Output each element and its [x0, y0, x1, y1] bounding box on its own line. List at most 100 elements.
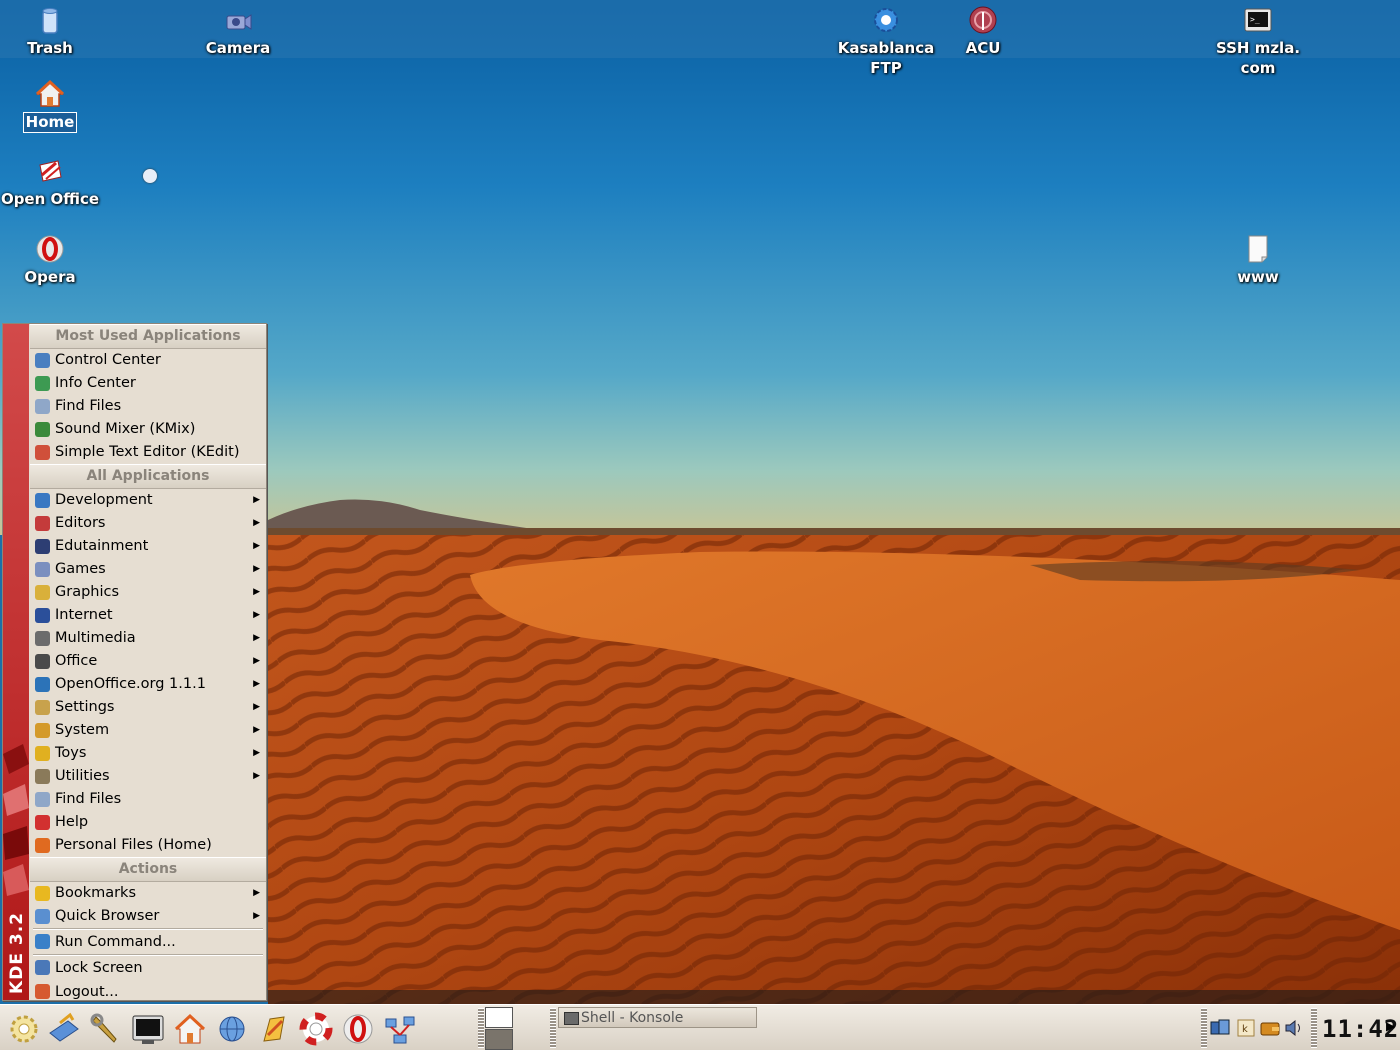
- menu-item-toys[interactable]: Toys ▶: [30, 742, 266, 765]
- menu-item-label: Personal Files (Home): [55, 837, 212, 853]
- openoffice-menu-icon: [35, 677, 50, 692]
- desktop-icon-label: ACU: [965, 39, 1001, 57]
- desktop-icon-ssh[interactable]: >_ SSH mzla. com: [1203, 4, 1313, 78]
- globe-icon: [219, 1016, 245, 1042]
- konqueror-launcher[interactable]: [214, 1011, 250, 1047]
- utilities-icon: [35, 769, 50, 784]
- mouse-cursor: [143, 169, 157, 183]
- desktop-icon-label: Trash: [27, 39, 73, 57]
- kde-banner-decoration: [3, 744, 29, 896]
- menu-item-lock-screen[interactable]: Lock Screen: [30, 956, 266, 980]
- edutainment-icon: [35, 539, 50, 554]
- menu-item-label: Graphics: [55, 584, 120, 600]
- menu-item-multimedia[interactable]: Multimedia ▶: [30, 627, 266, 650]
- menu-item-control-center[interactable]: Control Center: [30, 349, 266, 372]
- menu-item-find-files[interactable]: Find Files: [30, 788, 266, 811]
- menu-item-info-center[interactable]: Info Center: [30, 372, 266, 395]
- network-monitor-icon[interactable]: [1210, 1018, 1230, 1038]
- submenu-arrow-icon: ▶: [253, 725, 260, 735]
- menu-item-help[interactable]: Help: [30, 811, 266, 834]
- menu-item-editors[interactable]: Editors ▶: [30, 512, 266, 535]
- desktop-pager[interactable]: [485, 1007, 513, 1050]
- menu-item-sound-mixer-kmix[interactable]: Sound Mixer (KMix): [30, 418, 266, 441]
- settings-icon: [35, 700, 50, 715]
- menu-item-logout[interactable]: Logout...: [30, 980, 266, 1004]
- panel-handle[interactable]: [1201, 1008, 1207, 1048]
- desktop-icon-camera[interactable]: Camera: [183, 4, 293, 58]
- panel-handle[interactable]: [550, 1008, 556, 1048]
- opera-icon: [36, 235, 64, 263]
- office-icon: [35, 654, 50, 669]
- menu-item-office[interactable]: Office ▶: [30, 650, 266, 673]
- submenu-arrow-icon: ▶: [253, 888, 260, 898]
- wallet-icon[interactable]: [1260, 1018, 1280, 1038]
- desktop-icon-label: Home: [22, 112, 78, 133]
- menu-item-run-command[interactable]: Run Command...: [30, 930, 266, 954]
- panel-handle[interactable]: [478, 1008, 484, 1048]
- menu-item-games[interactable]: Games ▶: [30, 558, 266, 581]
- desktop-icon-label: FTP: [870, 59, 902, 77]
- help-launcher[interactable]: [298, 1011, 334, 1047]
- menu-item-label: Multimedia: [55, 630, 136, 646]
- menu-item-settings[interactable]: Settings ▶: [30, 696, 266, 719]
- keyboard-layout-icon[interactable]: k: [1236, 1018, 1256, 1038]
- menu-item-label: Find Files: [55, 398, 122, 414]
- pager-desktop-2[interactable]: [485, 1029, 513, 1050]
- menu-item-simple-text-editor-kedit[interactable]: Simple Text Editor (KEdit): [30, 441, 266, 464]
- menu-item-find-files[interactable]: Find Files: [30, 395, 266, 418]
- menu-item-utilities[interactable]: Utilities ▶: [30, 765, 266, 788]
- menu-item-development[interactable]: Development ▶: [30, 489, 266, 512]
- logout-icon: [35, 984, 50, 999]
- menu-item-bookmarks[interactable]: Bookmarks ▶: [30, 882, 266, 905]
- menu-item-system[interactable]: System ▶: [30, 719, 266, 742]
- submenu-arrow-icon: ▶: [253, 656, 260, 666]
- menu-item-label: Control Center: [55, 352, 161, 368]
- taskbar-button-label: Shell - Konsole: [581, 1010, 684, 1026]
- menu-item-personal-files-home[interactable]: Personal Files (Home): [30, 834, 266, 857]
- panel-handle[interactable]: [1311, 1008, 1317, 1048]
- kmenu-launcher[interactable]: [6, 1011, 42, 1047]
- editor-icon: [263, 1016, 285, 1042]
- desktop-icon-trash[interactable]: Trash: [0, 4, 105, 58]
- konsole-launcher[interactable]: [130, 1011, 166, 1047]
- camera-icon: [226, 14, 252, 30]
- desktop-icon-acu[interactable]: ACU: [928, 4, 1038, 58]
- desktop-icon-kasablanca-ftp[interactable]: Kasablanca FTP: [831, 4, 941, 78]
- pager-desktop-1[interactable]: [485, 1007, 513, 1028]
- antenna-icon: [969, 6, 997, 34]
- control-center-launcher[interactable]: [88, 1011, 124, 1047]
- menu-item-internet[interactable]: Internet ▶: [30, 604, 266, 627]
- k-menu: KDE 3.2 Most Used Applications Control C…: [2, 323, 267, 1001]
- menu-item-label: Toys: [55, 745, 87, 761]
- speaker-icon[interactable]: [1284, 1018, 1304, 1038]
- desktop-icon-opera[interactable]: Opera: [0, 233, 105, 287]
- info-center-icon: [35, 376, 50, 391]
- taskbar-button-konsole[interactable]: Shell - Konsole: [558, 1007, 757, 1028]
- panel-hide-arrow[interactable]: ▶: [1386, 1019, 1395, 1033]
- desktop-icon-open-office[interactable]: Open Office: [0, 155, 105, 209]
- multimedia-icon: [35, 631, 50, 646]
- control-center-icon: [35, 353, 50, 368]
- kword-launcher[interactable]: [256, 1011, 292, 1047]
- desktop-launcher[interactable]: [46, 1011, 82, 1047]
- desktop-icon-home[interactable]: Home: [0, 78, 105, 133]
- menu-item-edutainment[interactable]: Edutainment ▶: [30, 535, 266, 558]
- menu-item-quick-browser[interactable]: Quick Browser ▶: [30, 905, 266, 928]
- wrench-icon: [90, 1013, 117, 1043]
- submenu-arrow-icon: ▶: [253, 702, 260, 712]
- submenu-arrow-icon: ▶: [253, 911, 260, 921]
- menu-item-label: Edutainment: [55, 538, 149, 554]
- desktop-icon-label: Opera: [24, 268, 76, 286]
- menu-item-label: Games: [55, 561, 106, 577]
- desktop-icon-www[interactable]: www: [1203, 233, 1313, 287]
- network-launcher[interactable]: [382, 1011, 418, 1047]
- submenu-arrow-icon: ▶: [253, 748, 260, 758]
- menu-item-openoffice-org-1-1-1[interactable]: OpenOffice.org 1.1.1 ▶: [30, 673, 266, 696]
- svg-text:k: k: [1242, 1024, 1248, 1035]
- trash-icon: [42, 8, 58, 34]
- document-icon: [1248, 235, 1268, 263]
- gear-icon: [874, 8, 898, 32]
- menu-item-graphics[interactable]: Graphics ▶: [30, 581, 266, 604]
- home-launcher[interactable]: [172, 1011, 208, 1047]
- opera-launcher[interactable]: [340, 1011, 376, 1047]
